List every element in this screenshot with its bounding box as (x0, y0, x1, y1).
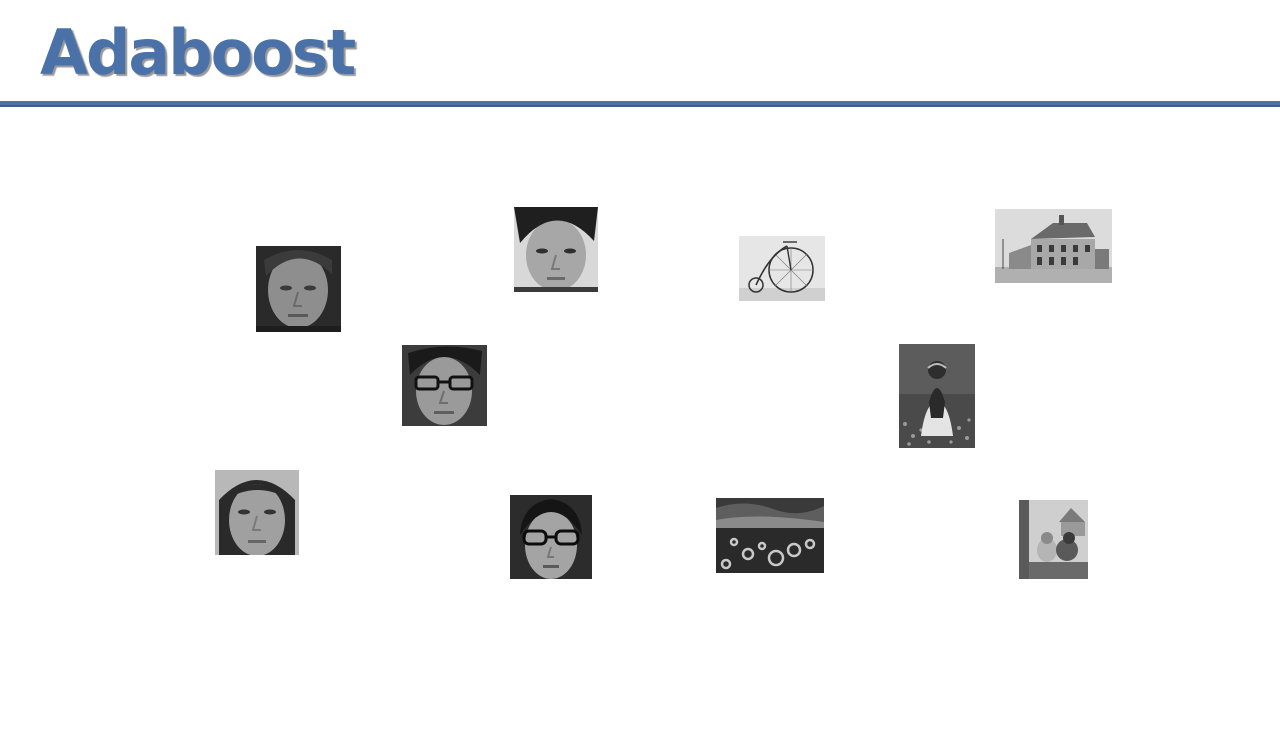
slide-title: Adaboost (40, 16, 356, 89)
face-photo-4 (215, 470, 299, 555)
bicycle-photo-icon (739, 236, 825, 301)
face-photo-5 (510, 495, 592, 579)
face-photo-icon (402, 345, 487, 426)
face-photo-icon (514, 207, 598, 292)
bicycle-photo (739, 236, 825, 301)
house-photo-icon (995, 209, 1112, 283)
title-divider (0, 101, 1280, 107)
dogs-photo (1019, 500, 1088, 579)
face-photo-3 (402, 345, 487, 426)
sunflowers-photo-icon (716, 498, 824, 573)
girl-in-field-photo-icon (899, 344, 975, 448)
face-photo-icon (510, 495, 592, 579)
house-photo (995, 209, 1112, 283)
dogs-photo-icon (1019, 500, 1088, 579)
girl-in-field-photo (899, 344, 975, 448)
face-photo-icon (215, 470, 299, 555)
face-photo-1 (256, 246, 341, 332)
face-photo-2 (514, 207, 598, 292)
face-photo-icon (256, 246, 341, 332)
sunflowers-photo (716, 498, 824, 573)
